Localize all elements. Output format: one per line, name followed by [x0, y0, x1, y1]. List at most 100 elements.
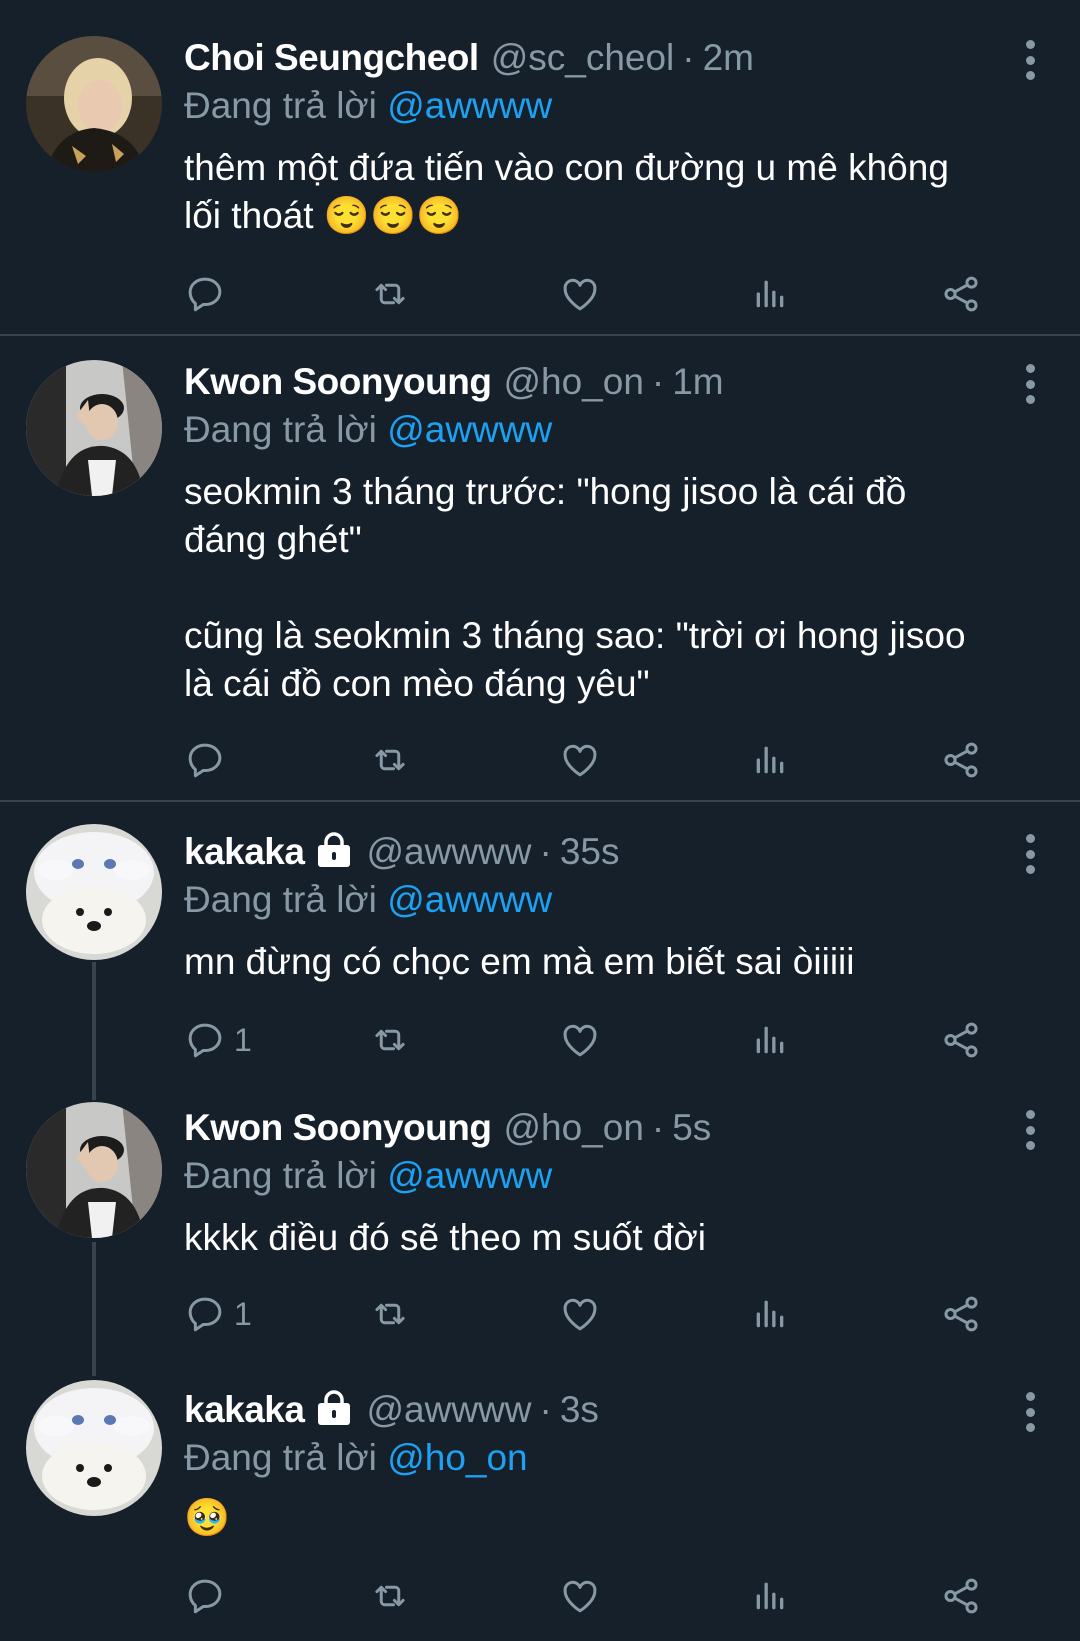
avatar[interactable]: [26, 360, 162, 496]
more-vertical-icon[interactable]: [1018, 1110, 1042, 1150]
user-handle[interactable]: @awwww: [366, 1386, 531, 1434]
timestamp[interactable]: 2m: [703, 34, 754, 82]
replying-to-label: Đang trả lời: [184, 85, 377, 126]
reply-button[interactable]: [184, 272, 234, 316]
reply-button[interactable]: 1: [184, 1018, 252, 1062]
share-icon: [944, 1022, 978, 1058]
timestamp[interactable]: 3s: [560, 1386, 599, 1434]
retweet-button[interactable]: [368, 1018, 412, 1062]
replying-to-label: Đang trả lời: [184, 879, 377, 920]
reply-button[interactable]: [184, 1574, 234, 1618]
more-vertical-icon[interactable]: [1018, 364, 1042, 404]
tweet-1[interactable]: Choi Seungcheol @sc_cheol · 2m Đang trả …: [0, 0, 1080, 334]
like-button[interactable]: [559, 1018, 601, 1062]
tweet-3[interactable]: kakaka @awwww · 35s Đang trả lời @awwww …: [0, 802, 1080, 1082]
share-button[interactable]: [940, 1574, 982, 1618]
tweet-header: kakaka @awwww · 3s: [184, 1386, 990, 1434]
more-vertical-icon[interactable]: [1018, 40, 1042, 80]
reply-count: 1: [234, 1021, 252, 1058]
separator-dot: ·: [539, 831, 552, 872]
display-name[interactable]: kakaka: [184, 828, 305, 876]
user-handle[interactable]: @awwww: [366, 828, 531, 876]
retweet-button[interactable]: [368, 1574, 412, 1618]
action-bar: 1: [184, 1018, 1024, 1062]
tweet-4[interactable]: Kwon Soonyoung @ho_on · 5s Đang trả lời …: [0, 1082, 1080, 1358]
lock-icon: [318, 1390, 351, 1425]
mention-link[interactable]: @ho_on: [387, 1437, 527, 1478]
separator-dot: ·: [682, 37, 695, 78]
heart-icon: [563, 1298, 597, 1331]
analytics-button[interactable]: [750, 738, 790, 782]
heart-icon: [563, 744, 597, 777]
mention-link[interactable]: @awwww: [387, 1155, 552, 1196]
tweet-text: thêm một đứa tiến vào con đường u mê khô…: [184, 147, 949, 236]
tweet-header: Choi Seungcheol @sc_cheol · 2m: [184, 34, 990, 82]
retweet-button[interactable]: [368, 1292, 412, 1336]
action-bar: 1: [184, 1292, 1024, 1336]
analytics-button[interactable]: [750, 272, 790, 316]
user-handle[interactable]: @sc_cheol: [491, 34, 675, 82]
reply-button[interactable]: 1: [184, 1292, 252, 1336]
share-icon: [944, 276, 978, 312]
share-icon: [944, 1578, 978, 1614]
timestamp[interactable]: 5s: [672, 1104, 711, 1152]
share-icon: [944, 1296, 978, 1332]
reply-icon: [188, 1579, 222, 1614]
avatar[interactable]: [26, 1380, 162, 1516]
mention-link[interactable]: @awwww: [387, 879, 552, 920]
retweet-button[interactable]: [368, 738, 412, 782]
retweet-button[interactable]: [368, 272, 412, 316]
tweet-text: kkkk điều đó sẽ theo m suốt đời: [184, 1217, 706, 1258]
analytics-button[interactable]: [750, 1018, 790, 1062]
tweet-5[interactable]: kakaka @awwww · 3s Đang trả lời @ho_on 🥹: [0, 1358, 1080, 1641]
share-button[interactable]: [940, 272, 982, 316]
replying-to: Đang trả lời @awwww: [184, 876, 552, 924]
replying-to: Đang trả lời @awwww: [184, 82, 552, 130]
display-name[interactable]: Kwon Soonyoung: [184, 1104, 492, 1152]
retweet-icon: [375, 1029, 405, 1051]
analytics-button[interactable]: [750, 1574, 790, 1618]
lock-icon: [318, 832, 351, 867]
reply-button[interactable]: [184, 738, 234, 782]
like-button[interactable]: [559, 1292, 601, 1336]
timestamp[interactable]: 35s: [560, 828, 620, 876]
share-button[interactable]: [940, 1292, 982, 1336]
replying-to: Đang trả lời @ho_on: [184, 1434, 528, 1482]
like-button[interactable]: [559, 272, 601, 316]
mention-link[interactable]: @awwww: [387, 85, 552, 126]
action-bar: [184, 272, 1024, 316]
share-button[interactable]: [940, 738, 982, 782]
user-handle[interactable]: @ho_on: [503, 1104, 643, 1152]
display-name[interactable]: Choi Seungcheol: [184, 34, 479, 82]
tweet-header: Kwon Soonyoung @ho_on · 5s: [184, 1104, 990, 1152]
replying-to-label: Đang trả lời: [184, 1437, 377, 1478]
timestamp[interactable]: 1m: [672, 358, 723, 406]
reply-icon: [188, 743, 222, 778]
analytics-icon: [756, 1582, 784, 1610]
display-name[interactable]: kakaka: [184, 1386, 305, 1434]
avatar[interactable]: [26, 1102, 162, 1238]
action-bar: [184, 738, 1024, 782]
avatar[interactable]: [26, 824, 162, 960]
analytics-button[interactable]: [750, 1292, 790, 1336]
replying-to-label: Đang trả lời: [184, 1155, 377, 1196]
more-vertical-icon[interactable]: [1018, 1392, 1042, 1432]
avatar[interactable]: [26, 36, 162, 172]
mention-link[interactable]: @awwww: [387, 409, 552, 450]
separator-dot: ·: [651, 1107, 665, 1148]
retweet-icon: [375, 1303, 405, 1325]
like-button[interactable]: [559, 1574, 601, 1618]
tweet-2[interactable]: Kwon Soonyoung @ho_on · 1m Đang trả lời …: [0, 336, 1080, 800]
display-name[interactable]: Kwon Soonyoung: [184, 358, 492, 406]
share-button[interactable]: [940, 1018, 982, 1062]
heart-icon: [563, 1024, 597, 1057]
retweet-icon: [375, 749, 405, 771]
retweet-icon: [375, 283, 405, 305]
user-handle[interactable]: @ho_on: [503, 358, 643, 406]
more-vertical-icon[interactable]: [1018, 834, 1042, 874]
analytics-icon: [756, 280, 784, 308]
separator-dot: ·: [651, 361, 665, 402]
replying-to: Đang trả lời @awwww: [184, 1152, 552, 1200]
like-button[interactable]: [559, 738, 601, 782]
tweet-header: kakaka @awwww · 35s: [184, 828, 990, 876]
